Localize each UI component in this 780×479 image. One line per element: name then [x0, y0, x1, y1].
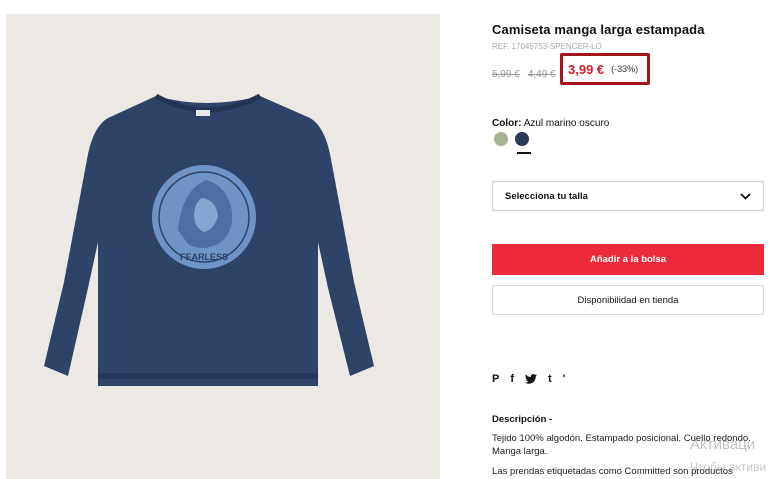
facebook-icon[interactable]: f: [510, 373, 514, 385]
size-select-label: Selecciona tu talla: [505, 190, 588, 202]
activation-watermark-sub: Чтобы активи: [690, 460, 767, 474]
color-row: Color: Azul marino oscuro: [492, 118, 609, 129]
color-label: Color:: [492, 118, 522, 129]
activation-watermark: Активаци: [690, 436, 756, 453]
description-title[interactable]: Descripción -: [492, 414, 552, 425]
size-select[interactable]: Selecciona tu talla: [492, 181, 764, 211]
selected-swatch-indicator: [517, 152, 531, 154]
product-info: Camiseta manga larga estampada REF. 1704…: [492, 0, 780, 479]
color-swatches: [494, 132, 529, 146]
color-value: Azul marino oscuro: [523, 118, 610, 129]
current-price: 3,99 €: [568, 61, 605, 77]
current-price-box: 3,99 € (-33%): [560, 53, 650, 85]
print-text: FEARLESS: [180, 252, 228, 262]
twitter-icon[interactable]: [525, 374, 538, 384]
store-availability-button[interactable]: Disponibilidad en tienda: [492, 285, 764, 315]
add-to-bag-button[interactable]: Añadir a la bolsa: [492, 244, 764, 275]
tumblr-icon[interactable]: t: [548, 373, 552, 385]
swatch-navy[interactable]: [515, 132, 529, 146]
product-image: FEARLESS: [6, 14, 440, 479]
shirt-illustration: FEARLESS: [44, 93, 374, 386]
more-share-icon[interactable]: ': [563, 373, 566, 385]
swatch-green[interactable]: [494, 132, 508, 146]
previous-price: 4,49 €: [527, 68, 556, 80]
social-share: P f t ': [492, 373, 565, 385]
discount-badge: (-33%): [611, 64, 639, 74]
price-row: 5,99 € 4,49 € 3,99 € (-33%): [492, 53, 650, 85]
pinterest-icon[interactable]: P: [492, 373, 499, 385]
shirt-tag: [196, 110, 210, 116]
chevron-down-icon: [740, 192, 751, 200]
original-price: 5,99 €: [492, 68, 520, 80]
product-title: Camiseta manga larga estampada: [492, 22, 705, 37]
product-ref: REF. 17045753-SPENCER-LO: [492, 42, 602, 51]
